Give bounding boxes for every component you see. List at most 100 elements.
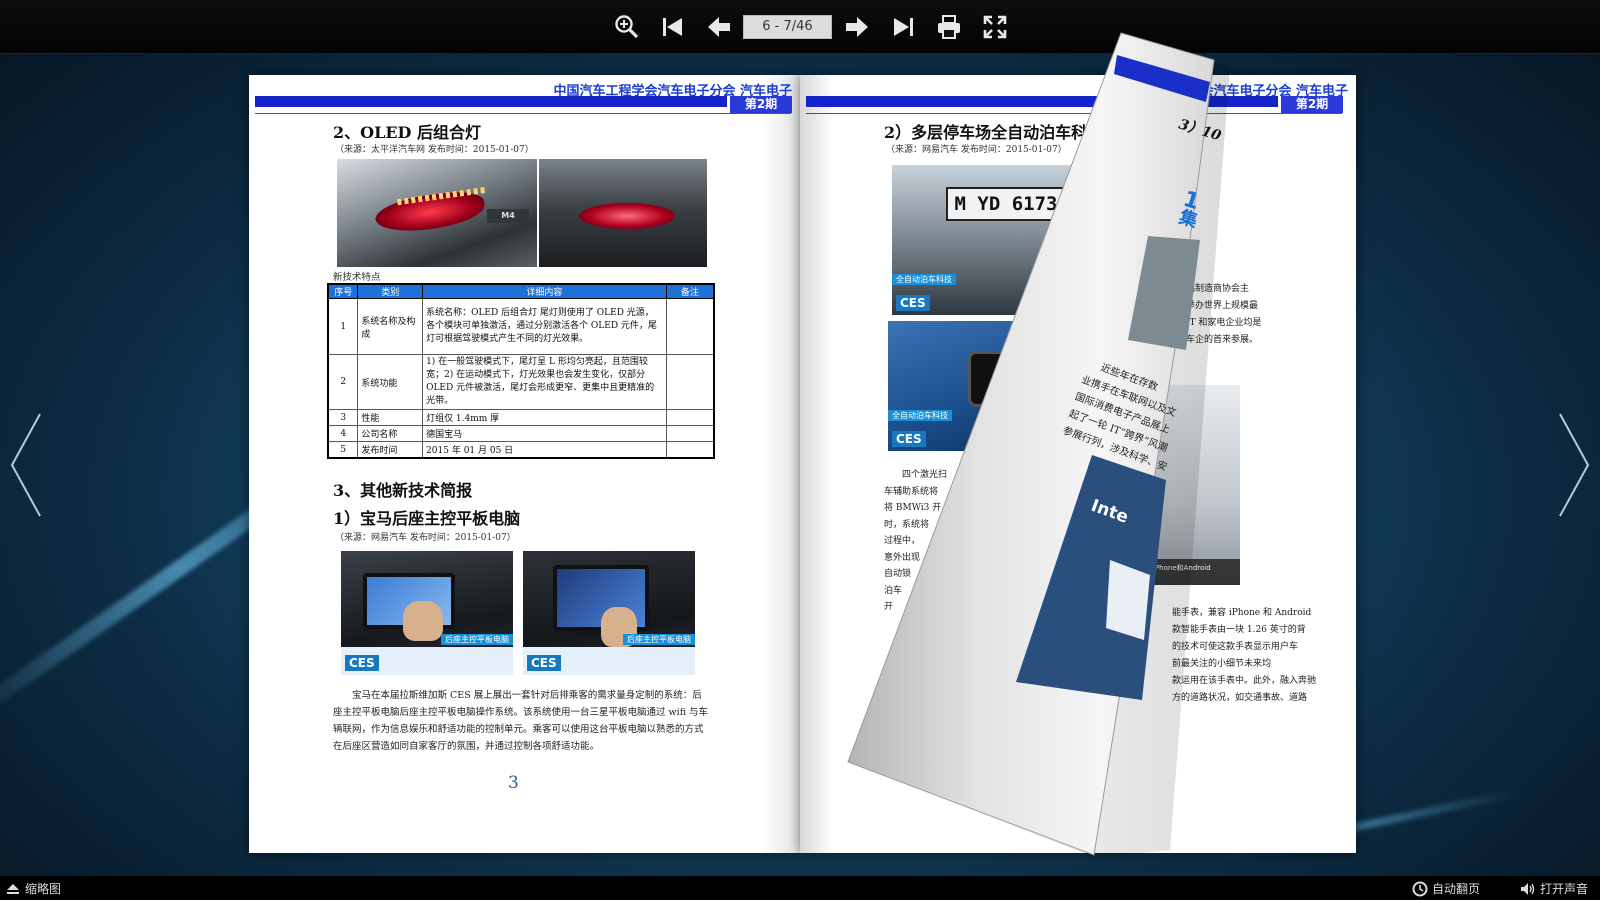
auto-flip-label: 自动翻页 — [1431, 882, 1480, 896]
ces-logo: CES — [892, 431, 926, 447]
text-line: 品制造商协会主 — [1186, 284, 1250, 294]
header-bar — [806, 96, 1278, 107]
photo-caption: 全自动泊车科技 — [892, 274, 956, 285]
table-cell: 5 — [327, 441, 359, 459]
source-line: （来源：网易汽车 发布时间：2015-01-07） — [886, 145, 1067, 155]
smartwatch-photo: 全自动泊车科技 CES — [888, 321, 1068, 451]
first-page-button[interactable] — [657, 11, 689, 43]
top-toolbar: 6 - 7/46 — [0, 0, 1600, 54]
license-plate: M YD 6173 — [946, 187, 1066, 221]
car-photo: 兼容iPhone和Android — [1136, 385, 1240, 585]
parking-photo: M YD 6173 全自动泊车科技 CES — [892, 165, 1092, 315]
next-page-icon — [846, 17, 868, 37]
table-cell: 1 — [327, 298, 359, 355]
table-cell — [665, 298, 715, 355]
photo-caption: 后座主控平板电脑 — [623, 634, 695, 645]
text-line: 自动锁 — [884, 569, 912, 579]
text-line: 将 BMWi3 开 — [884, 503, 942, 513]
previous-page-arrow[interactable] — [6, 410, 46, 520]
header-bar — [255, 96, 727, 107]
text-line: 款运用在该手表中。此外，融入奔驰 — [1172, 676, 1317, 686]
subsection-title: 2）多层停车场全自动泊车科 — [884, 123, 1088, 142]
print-icon — [938, 15, 960, 39]
table-cell: 系统名称及构成 — [357, 298, 424, 355]
left-page[interactable]: 中国汽车工程学会汽车电子分会 汽车电子 第2期 2、OLED 后组合灯 （来源：… — [249, 75, 800, 853]
page-indicator[interactable]: 6 - 7/46 — [743, 15, 832, 39]
viewer-background: 6 - 7/46 中国汽车工程学会汽车电子分会 汽车电子 第2期 2、OLED … — [0, 0, 1600, 900]
text-line: 款智能手表由一块 1.26 英寸的背 — [1172, 625, 1306, 635]
photo-caption: 全自动泊车科技 — [888, 410, 952, 421]
previous-page-icon — [708, 17, 730, 37]
table-cell: 1) 在一般驾驶模式下，尾灯呈 L 形均匀亮起，且范围较宽；2) 在运动模式下，… — [422, 354, 667, 410]
table-row: 5 发布时间 2015 年 01 月 05 日 — [327, 441, 715, 459]
body-paragraph: 宝马在本届拉斯维加斯 CES 展上展出一套针对后排乘客的需求量身定制的系统：后座… — [333, 690, 709, 752]
text-line: 开 — [884, 602, 894, 612]
print-button[interactable] — [933, 11, 965, 43]
table-cell: 公司名称 — [357, 425, 424, 442]
zoom-in-button[interactable] — [611, 11, 643, 43]
rear-tablet-photo: 后座主控平板电脑 CES — [523, 551, 695, 675]
rear-tablet-photo: 后座主控平板电脑 CES — [341, 551, 513, 675]
text-line: 的技术可使这款手表显示用户车 — [1172, 642, 1299, 652]
clock-icon — [1412, 881, 1428, 896]
right-page[interactable]: 中国汽车工程学会汽车电子分会 汽车电子 第2期 2）多层停车场全自动泊车科 （来… — [800, 75, 1356, 853]
spec-table: 序号 类别 详细内容 备注 1 系统名称及构成 系统名称：OLED 后组合灯 尾… — [327, 283, 715, 459]
thumbnails-button[interactable]: 缩略图 — [6, 880, 61, 897]
text-line: 泊车 — [884, 585, 903, 596]
text-line: 能手表，兼容 iPhone 和 Android — [1172, 608, 1312, 618]
table-cell: 德国宝马 — [422, 425, 667, 442]
table-header: 详细内容 — [422, 283, 667, 299]
table-cell — [665, 409, 715, 426]
table-cell — [665, 425, 715, 442]
eject-icon — [7, 883, 19, 894]
header-rule — [255, 113, 791, 114]
text-line: 举办世界上规模最 — [1186, 301, 1259, 311]
table-cell: 4 — [327, 425, 359, 442]
page-number: 3 — [508, 773, 519, 793]
text-line: 时，系统将 — [884, 519, 930, 530]
body-paragraph: 品制造商协会主 举办世界上规模最 IT 和家电企业均是 车企的首来参展。 — [1186, 281, 1296, 349]
sound-button[interactable]: 打开声音 — [1520, 880, 1588, 897]
last-page-button[interactable] — [887, 11, 919, 43]
ces-logo: CES — [345, 655, 379, 671]
section-title: 3、其他新技术简报 — [333, 481, 473, 500]
text-line: 车辅助系统将 — [884, 486, 939, 497]
photo-caption: 兼容iPhone和Android — [1136, 559, 1240, 585]
source-line: （来源：太平洋汽车网 发布时间：2015-01-07） — [335, 145, 534, 155]
auto-flip-button[interactable]: 自动翻页 — [1412, 880, 1480, 897]
table-caption: 新技术特点 — [333, 272, 381, 283]
issue-badge: 第2期 — [1281, 96, 1343, 113]
table-cell: 灯组仅 1.4mm 厚 — [422, 409, 667, 426]
photo-caption: 后座主控平板电脑 — [441, 634, 513, 645]
table-cell: 2015 年 01 月 05 日 — [422, 441, 667, 459]
table-header: 类别 — [357, 283, 424, 299]
fullscreen-button[interactable] — [979, 11, 1011, 43]
sound-label: 打开声音 — [1539, 882, 1588, 896]
oled-taillight-photo — [539, 159, 707, 267]
text-line: 过程中， — [884, 536, 921, 546]
table-cell: 系统功能 — [357, 354, 424, 410]
table-header: 序号 — [327, 283, 359, 299]
text-line: 前最关注的小细节未来均 — [1172, 659, 1272, 669]
ces-logo: CES — [527, 655, 561, 671]
speaker-icon — [1520, 882, 1535, 895]
next-page-arrow[interactable] — [1554, 410, 1594, 520]
table-cell: 性能 — [357, 409, 424, 426]
last-page-icon — [894, 18, 913, 36]
table-row: 3 性能 灯组仅 1.4mm 厚 — [327, 409, 715, 426]
table-row: 2 系统功能 1) 在一般驾驶模式下，尾灯呈 L 形均匀亮起，且范围较宽；2) … — [327, 354, 715, 410]
table-row: 4 公司名称 德国宝马 — [327, 425, 715, 442]
previous-page-button[interactable] — [703, 11, 735, 43]
text-line: 方的道路状况，如交通事故、道路 — [1172, 693, 1308, 703]
thumbnails-label: 缩略图 — [25, 882, 62, 896]
first-page-icon — [663, 18, 682, 36]
table-cell — [665, 354, 715, 410]
next-page-button[interactable] — [841, 11, 873, 43]
body-paragraph: 能手表，兼容 iPhone 和 Android 款智能手表由一块 1.26 英寸… — [1172, 605, 1322, 707]
table-cell: 3 — [327, 409, 359, 426]
zoom-in-icon — [615, 15, 639, 39]
text-line: 意外出现 — [884, 552, 921, 563]
table-cell — [665, 441, 715, 459]
table-cell: 系统名称：OLED 后组合灯 尾灯则使用了 OLED 光源，各个模块可单独激活，… — [422, 298, 667, 355]
table-row: 1 系统名称及构成 系统名称：OLED 后组合灯 尾灯则使用了 OLED 光源，… — [327, 298, 715, 355]
